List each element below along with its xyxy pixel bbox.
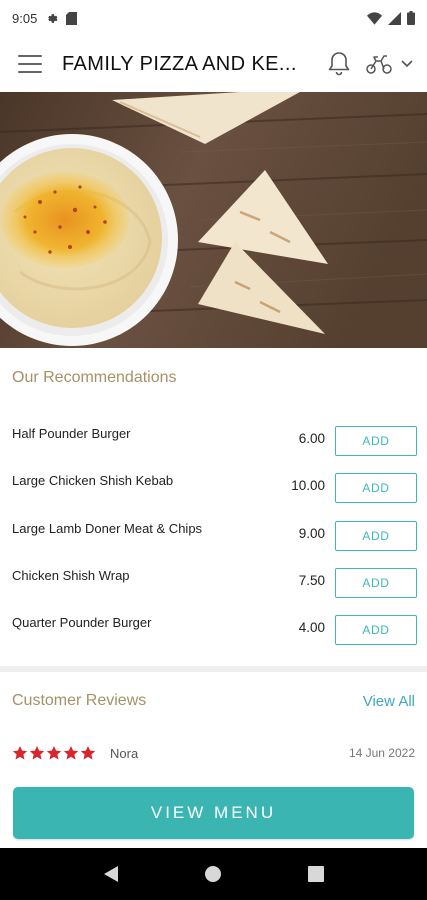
app-header: FAMILY PIZZA AND KE... bbox=[0, 36, 427, 92]
delivery-mode-selector[interactable] bbox=[365, 53, 413, 75]
recents-icon[interactable] bbox=[296, 854, 336, 894]
star-rating bbox=[12, 745, 96, 761]
system-nav-bar bbox=[0, 848, 427, 900]
reviews-title: Customer Reviews bbox=[12, 692, 147, 709]
scooter-icon bbox=[366, 55, 392, 74]
battery-icon bbox=[407, 11, 415, 25]
item-price: 10.00 bbox=[291, 478, 325, 494]
sd-card-icon bbox=[66, 11, 78, 25]
review-item: Nora 14 Jun 2022 bbox=[12, 742, 415, 764]
item-price: 6.00 bbox=[298, 431, 325, 446]
star-icon bbox=[12, 746, 28, 760]
add-button[interactable]: ADD bbox=[335, 426, 417, 456]
item-name: Half Pounder Burger bbox=[12, 426, 131, 441]
back-icon[interactable] bbox=[91, 854, 131, 894]
item-price: 4.00 bbox=[298, 620, 325, 636]
view-menu-button[interactable]: VIEW MENU bbox=[13, 787, 414, 839]
bell-icon[interactable] bbox=[327, 51, 351, 77]
signal-icon bbox=[388, 11, 401, 25]
chevron-down-icon bbox=[401, 60, 413, 68]
status-time: 9:05 bbox=[12, 10, 38, 26]
item-name: Large Lamb Doner Meat & Chips bbox=[12, 520, 203, 536]
item-price: 7.50 bbox=[298, 572, 325, 588]
add-button[interactable]: ADD bbox=[335, 473, 417, 504]
item-name: Chicken Shish Wrap bbox=[12, 567, 130, 583]
hero-food-image bbox=[0, 92, 427, 348]
star-icon bbox=[29, 746, 45, 760]
list-item: Chicken Shish Wrap 7.50 ADD bbox=[0, 554, 427, 601]
section-divider bbox=[0, 666, 427, 672]
item-name: Large Chicken Shish Kebab bbox=[12, 473, 174, 489]
item-name: Quarter Pounder Burger bbox=[12, 615, 152, 631]
recommendations-title: Our Recommendations bbox=[12, 369, 177, 386]
reviewer-name: Nora bbox=[110, 745, 139, 761]
list-item: Large Chicken Shish Kebab 10.00 ADD bbox=[0, 459, 427, 506]
star-icon bbox=[80, 746, 96, 760]
star-icon bbox=[63, 746, 79, 760]
settings-icon bbox=[48, 13, 58, 23]
hamburger-menu-icon[interactable] bbox=[18, 55, 42, 73]
list-item: Half Pounder Burger 6.00 ADD bbox=[0, 412, 427, 459]
home-icon[interactable] bbox=[193, 854, 233, 894]
add-button[interactable]: ADD bbox=[335, 615, 417, 646]
status-bar: 9:05 bbox=[0, 0, 427, 36]
list-item: Quarter Pounder Burger 4.00 ADD bbox=[0, 601, 427, 648]
page-title: FAMILY PIZZA AND KE... bbox=[62, 52, 297, 75]
add-button[interactable]: ADD bbox=[335, 567, 417, 598]
wifi-icon bbox=[367, 11, 382, 25]
star-icon bbox=[46, 746, 62, 760]
view-all-link[interactable]: View All bbox=[363, 693, 415, 710]
recommendations-list: Half Pounder Burger 6.00 ADD Large Chick… bbox=[0, 412, 427, 648]
item-price: 9.00 bbox=[298, 525, 325, 541]
list-item: Large Lamb Doner Meat & Chips 9.00 ADD bbox=[0, 507, 427, 554]
review-date: 14 Jun 2022 bbox=[348, 746, 415, 760]
add-button[interactable]: ADD bbox=[335, 520, 417, 551]
